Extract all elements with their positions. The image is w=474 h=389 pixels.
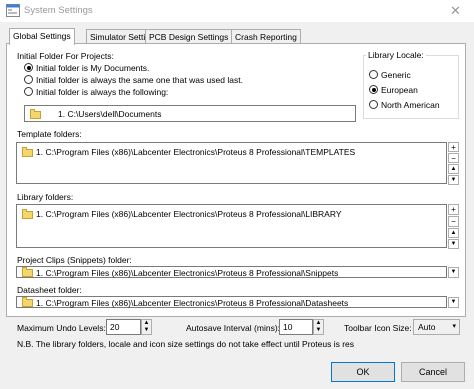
title-bar: System Settings ✕: [0, 0, 474, 22]
autosave-interval-value: 10: [283, 322, 293, 332]
template-add-button[interactable]: +: [448, 142, 459, 152]
project-clips-label: Project Clips (Snippets) folder:: [17, 255, 132, 265]
radio-following-label: Initial folder is always the following:: [36, 87, 169, 97]
project-clips-browse-button[interactable]: ▼: [448, 267, 459, 278]
radio-my-documents-label: Initial folder is My Documents.: [36, 63, 150, 73]
folder-icon: [22, 297, 33, 307]
project-clips-path: 1. C:\Program Files (x86)\Labcenter Elec…: [36, 268, 339, 278]
undo-levels-input[interactable]: 20: [106, 319, 141, 335]
radio-last-used[interactable]: [24, 75, 33, 84]
datasheet-label: Datasheet folder:: [17, 285, 82, 295]
template-folder-path: 1. C:\Program Files (x86)\Labcenter Elec…: [36, 147, 356, 157]
spin-up-icon[interactable]: ▲: [142, 320, 151, 327]
template-remove-button[interactable]: −: [448, 153, 459, 163]
library-remove-button[interactable]: −: [448, 216, 459, 227]
toolbar-icon-size-label: Toolbar Icon Size:: [344, 323, 412, 333]
window-title: System Settings: [24, 5, 93, 16]
datasheet-field[interactable]: 1. C:\Program Files (x86)\Labcenter Elec…: [16, 296, 447, 308]
folder-icon: [22, 147, 33, 157]
radio-locale-european-label: European: [381, 85, 418, 95]
spin-down-icon[interactable]: ▼: [142, 327, 151, 334]
folder-icon: [22, 267, 33, 277]
autosave-interval-label: Autosave Interval (mins):: [186, 323, 281, 333]
radio-locale-north-american-label: North American: [381, 100, 440, 110]
plus-icon: +: [451, 143, 456, 152]
folder-icon: [30, 109, 41, 119]
radio-locale-generic-label: Generic: [381, 70, 411, 80]
library-folders-label: Library folders:: [17, 192, 74, 202]
spin-down-icon[interactable]: ▼: [314, 327, 323, 334]
arrow-down-icon: ▼: [450, 177, 457, 183]
undo-levels-label: Maximum Undo Levels:: [17, 323, 106, 333]
radio-locale-north-american[interactable]: [369, 100, 378, 109]
project-clips-field[interactable]: 1. C:\Program Files (x86)\Labcenter Elec…: [16, 266, 447, 278]
radio-my-documents[interactable]: [24, 63, 33, 72]
cancel-button[interactable]: Cancel: [401, 362, 465, 382]
autosave-interval-input[interactable]: 10: [279, 319, 313, 335]
undo-levels-spinner[interactable]: ▲ ▼: [141, 319, 152, 335]
radio-last-used-label: Initial folder is always the same one th…: [36, 75, 243, 85]
chevron-down-icon: ▾: [452, 323, 456, 330]
template-folders-list[interactable]: 1. C:\Program Files (x86)\Labcenter Elec…: [16, 142, 447, 184]
arrow-up-icon: ▲: [450, 230, 457, 236]
radio-following[interactable]: [24, 87, 33, 96]
datasheet-browse-button[interactable]: ▼: [448, 297, 459, 308]
datasheet-path: 1. C:\Program Files (x86)\Labcenter Elec…: [36, 298, 349, 308]
initial-folder-path: 1. C:\Users\dell\Documents: [58, 109, 162, 119]
library-move-up-button[interactable]: ▲: [448, 228, 459, 238]
tab-label: Global Settings: [13, 31, 71, 41]
tab-global-settings[interactable]: Global Settings: [9, 28, 75, 45]
ok-label: OK: [356, 367, 370, 377]
tab-crash-reporting[interactable]: Crash Reporting: [231, 29, 301, 44]
template-move-up-button[interactable]: ▲: [448, 164, 459, 174]
undo-levels-value: 20: [110, 322, 120, 332]
library-folders-list[interactable]: 1. C:\Program Files (x86)\Labcenter Elec…: [16, 204, 447, 248]
arrow-up-icon: ▲: [450, 166, 457, 172]
tab-pcb-design-settings[interactable]: PCB Design Settings: [145, 29, 233, 44]
arrow-down-icon: ▼: [450, 241, 457, 247]
plus-icon: +: [451, 205, 456, 214]
toolbar-icon-size-select[interactable]: Auto ▾: [413, 319, 460, 335]
close-button[interactable]: ✕: [437, 0, 474, 22]
cancel-label: Cancel: [418, 367, 447, 377]
library-folder-path: 1. C:\Program Files (x86)\Labcenter Elec…: [36, 209, 342, 219]
radio-locale-generic[interactable]: [369, 70, 378, 79]
app-icon: [6, 4, 20, 17]
library-move-down-button[interactable]: ▼: [448, 239, 459, 249]
tab-label: PCB Design Settings: [149, 32, 229, 42]
tab-label: Crash Reporting: [235, 32, 297, 42]
radio-locale-european[interactable]: [369, 85, 378, 94]
close-icon: ✕: [450, 3, 461, 18]
toolbar-icon-size-value: Auto: [418, 322, 436, 332]
restart-note: N.B. The library folders, locale and ico…: [17, 339, 355, 349]
initial-folder-path-field[interactable]: 1. C:\Users\dell\Documents: [24, 105, 356, 122]
library-locale-heading: Library Locale:: [366, 50, 426, 60]
minus-icon: −: [451, 217, 456, 226]
spin-up-icon[interactable]: ▲: [314, 320, 323, 327]
minus-icon: −: [451, 154, 456, 163]
arrow-down-icon: ▼: [450, 299, 457, 305]
initial-folder-heading: Initial Folder For Projects:: [17, 51, 114, 61]
template-move-down-button[interactable]: ▼: [448, 175, 459, 185]
arrow-down-icon: ▼: [450, 269, 457, 275]
autosave-interval-spinner[interactable]: ▲ ▼: [313, 319, 324, 335]
library-add-button[interactable]: +: [448, 204, 459, 215]
template-folders-label: Template folders:: [17, 129, 82, 139]
ok-button[interactable]: OK: [331, 362, 395, 382]
folder-icon: [22, 209, 33, 219]
